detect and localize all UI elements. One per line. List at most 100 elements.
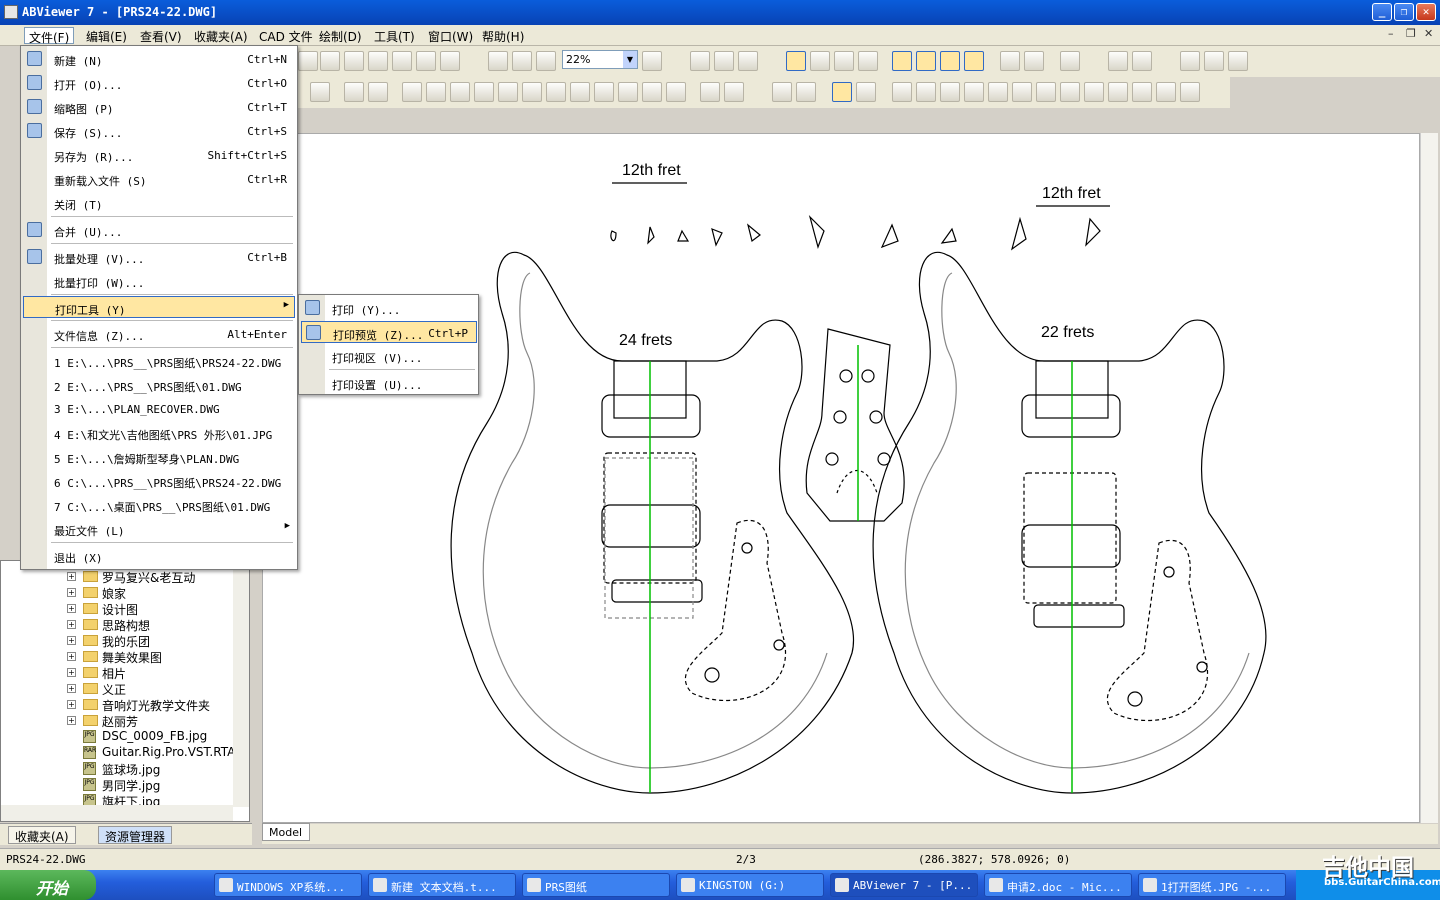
move-icon[interactable]: [474, 82, 494, 102]
task-button[interactable]: 申请2.doc - Mic...: [984, 873, 1132, 897]
recent-file-5[interactable]: 5 E:\...\詹姆斯型琴身\PLAN.DWG: [23, 446, 295, 468]
toolbar-button[interactable]: [892, 51, 912, 71]
menu-item-exit[interactable]: 退出 (X): [23, 545, 295, 567]
layers-icon[interactable]: [1000, 51, 1020, 71]
tab-explorer[interactable]: 资源管理器: [98, 826, 173, 844]
tree-horizontal-scrollbar[interactable]: [1, 805, 233, 821]
tree-item[interactable]: JPG 男同学.jpg: [1, 777, 235, 793]
toolbar-button[interactable]: [344, 82, 364, 102]
emf-icon[interactable]: [536, 51, 556, 71]
tree-item[interactable]: + 舞美效果图: [1, 649, 249, 665]
menu-item-print-preview[interactable]: 打印预览 (Z)... Ctrl+P: [301, 321, 477, 343]
menu-item-recent-files[interactable]: 最近文件 (L) ▶: [23, 518, 295, 540]
recent-file-7[interactable]: 7 C:\...\桌面\PRS__\PRS图纸\01.DWG: [23, 494, 295, 516]
toolbar-button[interactable]: [964, 82, 984, 102]
toolbar-button[interactable]: [700, 82, 720, 102]
menu-view[interactable]: 查看(V): [136, 27, 186, 44]
toolbar-button[interactable]: [1180, 51, 1200, 71]
mdi-close-button[interactable]: ✕: [1424, 27, 1433, 40]
toolbar-button[interactable]: [618, 82, 638, 102]
toolbar-button[interactable]: [1180, 82, 1200, 102]
toolbar-button[interactable]: [916, 51, 936, 71]
menu-item-new[interactable]: 新建 (N) Ctrl+N: [23, 48, 295, 70]
toolbar-button[interactable]: [690, 51, 710, 71]
menu-item-open[interactable]: 打开 (O)... Ctrl+O: [23, 72, 295, 94]
tree-item[interactable]: + 我的乐团: [1, 633, 249, 649]
mdi-restore-button[interactable]: ❐: [1406, 27, 1416, 40]
toolbar-button[interactable]: [1024, 51, 1044, 71]
menu-item-print-setup[interactable]: 打印设置 (U)...: [301, 372, 477, 394]
menu-window[interactable]: 窗口(W): [424, 27, 477, 44]
menu-item-file-info[interactable]: 文件信息 (Z)... Alt+Enter: [23, 323, 295, 345]
menu-item-print-area[interactable]: 打印视区 (V)...: [301, 345, 477, 367]
toolbar-button[interactable]: [594, 82, 614, 102]
menu-item-close[interactable]: 关闭 (T): [23, 192, 295, 214]
toolbar-button[interactable]: [1012, 82, 1032, 102]
menu-edit[interactable]: 编辑(E): [82, 27, 131, 44]
task-button[interactable]: 1打开图纸.JPG -...: [1138, 873, 1286, 897]
text-tool-icon[interactable]: [856, 82, 876, 102]
toolbar-button[interactable]: [1108, 82, 1128, 102]
toolbar-button[interactable]: [810, 51, 830, 71]
menu-help[interactable]: 帮助(H): [478, 27, 528, 44]
toolbar-button[interactable]: [772, 82, 792, 102]
toolbar-button[interactable]: [1108, 51, 1128, 71]
toolbar-button[interactable]: [714, 51, 734, 71]
toolbar-button[interactable]: [858, 51, 878, 71]
menu-item-print-tools[interactable]: 打印工具 (Y) ▶: [23, 296, 295, 318]
rectangle-icon[interactable]: [1060, 82, 1080, 102]
tab-model[interactable]: Model: [262, 823, 310, 841]
tree-item[interactable]: JPG 篮球场.jpg: [1, 761, 235, 777]
toolbar-button[interactable]: [1132, 51, 1152, 71]
recent-file-4[interactable]: 4 E:\和文光\吉他图纸\PRS 外形\01.JPG: [23, 422, 295, 444]
toolbar-button[interactable]: [796, 82, 816, 102]
pencil-icon[interactable]: [402, 82, 422, 102]
image-icon[interactable]: [1156, 82, 1176, 102]
menu-item-batch[interactable]: 批量处理 (V)... Ctrl+B: [23, 246, 295, 268]
recent-file-1[interactable]: 1 E:\...\PRS__\PRS图纸\PRS24-22.DWG: [23, 350, 295, 372]
canvas-vertical-scrollbar[interactable]: [1420, 133, 1438, 823]
tree-item[interactable]: + 思路构想: [1, 617, 249, 633]
menu-file[interactable]: 文件(F): [24, 27, 75, 45]
toolbar-button[interactable]: [1204, 51, 1224, 71]
polyline-icon[interactable]: [916, 82, 936, 102]
menu-item-save[interactable]: 保存 (S)... Ctrl+S: [23, 120, 295, 142]
toolbar-button[interactable]: [298, 51, 318, 71]
tab-favorites[interactable]: 收藏夹(A): [8, 826, 76, 844]
mdi-minimize-button[interactable]: –: [1388, 27, 1394, 40]
menu-item-save-as[interactable]: 另存为 (R)... Shift+Ctrl+S: [23, 144, 295, 166]
tree-item[interactable]: + 设计图: [1, 601, 249, 617]
back-icon[interactable]: [392, 51, 412, 71]
bmp-icon[interactable]: [512, 51, 532, 71]
toolbar-button[interactable]: [450, 82, 470, 102]
toolbar-button[interactable]: [368, 51, 388, 71]
recent-file-2[interactable]: 2 E:\...\PRS__\PRS图纸\01.DWG: [23, 374, 295, 396]
toolbar-button[interactable]: [368, 82, 388, 102]
task-button[interactable]: WINDOWS XP系统...: [214, 873, 362, 897]
toolbar-button[interactable]: [440, 51, 460, 71]
menu-cad-file[interactable]: CAD 文件: [255, 27, 317, 44]
menu-item-print[interactable]: 打印 (Y)...: [301, 297, 477, 319]
text-icon[interactable]: [964, 51, 984, 71]
toolbar-button[interactable]: [522, 82, 542, 102]
zoom-select[interactable]: 22% ▼: [562, 50, 638, 69]
tree-item[interactable]: + 赵丽芳: [1, 713, 249, 729]
toolbar-button[interactable]: [344, 51, 364, 71]
menu-draw[interactable]: 绘制(D): [315, 27, 366, 44]
toolbar-button[interactable]: [738, 51, 758, 71]
toolbar-button[interactable]: [834, 51, 854, 71]
tree-item[interactable]: + 音响灯光教学文件夹: [1, 697, 249, 713]
recent-file-3[interactable]: 3 E:\...\PLAN_RECOVER.DWG: [23, 398, 295, 420]
start-button[interactable]: 开始: [0, 870, 96, 900]
toolbar-button[interactable]: [320, 51, 340, 71]
toolbar-button[interactable]: [988, 82, 1008, 102]
task-button[interactable]: ABViewer 7 - [P...: [830, 873, 978, 897]
hatch-icon[interactable]: [1036, 82, 1056, 102]
toolbar-button[interactable]: [546, 82, 566, 102]
close-button[interactable]: ✕: [1416, 3, 1436, 21]
menu-item-batch-print[interactable]: 批量打印 (W)...: [23, 270, 295, 292]
toolbar-button[interactable]: [570, 82, 590, 102]
maximize-button[interactable]: ❐: [1394, 3, 1414, 21]
menu-tools[interactable]: 工具(T): [370, 27, 419, 44]
toolbar-button[interactable]: [1228, 51, 1248, 71]
